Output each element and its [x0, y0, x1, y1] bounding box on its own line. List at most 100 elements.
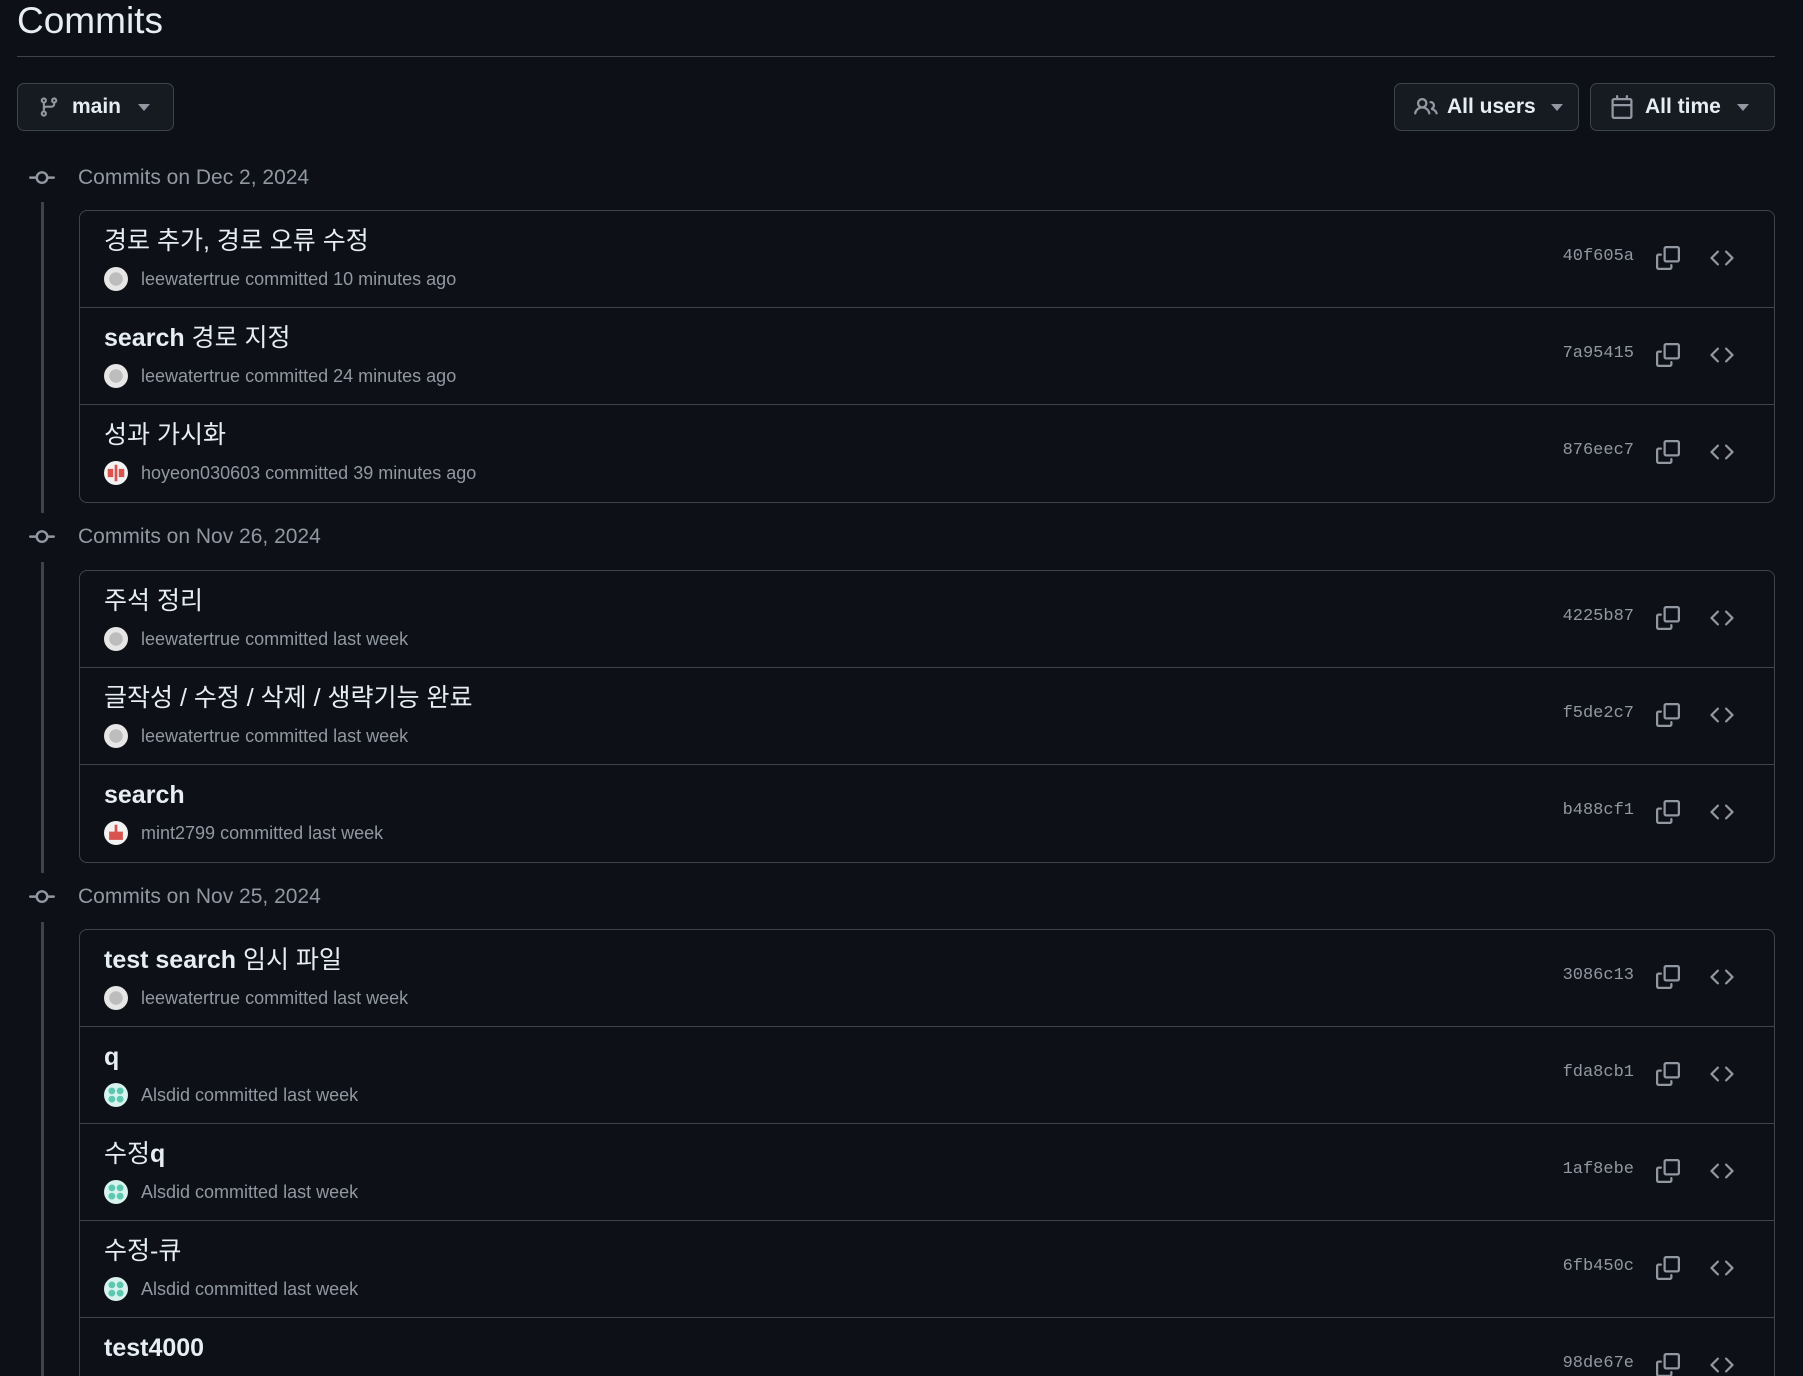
avatar[interactable] [104, 627, 128, 651]
commit-sha-link[interactable]: f5de2c7 [1563, 704, 1634, 723]
copy-icon[interactable] [1654, 1351, 1682, 1376]
commit-message-link[interactable]: test search 임시 파일 [104, 944, 342, 976]
commit-group-header: Commits on Dec 2, 2024 [28, 163, 309, 193]
code-icon[interactable] [1708, 798, 1736, 826]
commit-sha-link[interactable]: 4225b87 [1563, 607, 1634, 626]
commit-row: q Alsdid committed last week fda8cb1 [80, 1027, 1774, 1124]
code-icon[interactable] [1708, 1254, 1736, 1282]
commit-group-title: Commits on Nov 26, 2024 [78, 525, 321, 548]
commit-row: 주석 정리 leewatertrue committed last week 4… [80, 571, 1774, 668]
branch-label: main [72, 95, 122, 118]
commit-author-link[interactable]: leewatertrue [141, 627, 240, 651]
commit-row: 수정q Alsdid committed last week 1af8ebe [80, 1124, 1774, 1221]
commit-author-link[interactable]: leewatertrue [141, 364, 240, 388]
commit-time: 24 minutes ago [333, 366, 457, 386]
branch-selector-button[interactable]: main [17, 83, 174, 131]
commit-message-link[interactable]: 경로 추가, 경로 오류 수정 [104, 225, 369, 257]
commit-message-link[interactable]: q [104, 1041, 119, 1073]
commit-message-rest: 임시 파일 [236, 946, 342, 974]
commit-sha-link[interactable]: b488cf1 [1563, 801, 1634, 820]
commit-message-link[interactable]: 수정-큐 [104, 1235, 181, 1267]
commit-verb: committed [195, 1279, 279, 1299]
commit-meta: leewatertrue committed 24 minutes ago [104, 364, 456, 388]
commit-author-link[interactable]: Alsdid [141, 1083, 190, 1107]
avatar[interactable] [104, 986, 128, 1010]
commit-sha-link[interactable]: 40f605a [1563, 247, 1634, 266]
commit-meta: Alsdid committed last week [104, 1083, 358, 1107]
commit-time: last week [283, 1182, 359, 1202]
code-icon[interactable] [1708, 604, 1736, 632]
commit-sha-link[interactable]: 3086c13 [1563, 966, 1634, 985]
commit-sha-link[interactable]: fda8cb1 [1563, 1063, 1634, 1082]
copy-icon[interactable] [1654, 963, 1682, 991]
commit-author-link[interactable]: mint2799 [141, 821, 215, 845]
avatar[interactable] [104, 364, 128, 388]
avatar[interactable] [104, 1083, 128, 1107]
copy-icon[interactable] [1654, 798, 1682, 826]
commit-message-link[interactable]: 수정q [104, 1138, 165, 1170]
commit-row: 수정-큐 Alsdid committed last week 6fb450c [80, 1221, 1774, 1318]
copy-icon[interactable] [1654, 701, 1682, 729]
timeline-line [41, 922, 44, 1376]
commit-verb: committed [245, 366, 329, 386]
copy-icon[interactable] [1654, 244, 1682, 272]
commit-message-bold: q [104, 1043, 120, 1071]
avatar[interactable] [104, 267, 128, 291]
users-filter-button[interactable]: All users [1394, 83, 1579, 131]
avatar[interactable] [104, 1277, 128, 1301]
commit-author-link[interactable]: leewatertrue [141, 267, 240, 291]
copy-icon[interactable] [1654, 1254, 1682, 1282]
commit-message-link[interactable]: 성과 가시화 [104, 419, 226, 451]
copy-icon[interactable] [1654, 341, 1682, 369]
commit-meta: leewatertrue committed last week [104, 986, 408, 1010]
code-icon[interactable] [1708, 438, 1736, 466]
title-divider [17, 56, 1775, 57]
commit-author-link[interactable]: leewatertrue [141, 724, 240, 748]
calendar-icon [1608, 93, 1636, 121]
copy-icon[interactable] [1654, 604, 1682, 632]
avatar[interactable] [104, 821, 128, 845]
code-icon[interactable] [1708, 1060, 1736, 1088]
commit-verb: committed [220, 823, 304, 843]
code-icon[interactable] [1708, 963, 1736, 991]
code-icon[interactable] [1708, 1351, 1736, 1376]
copy-icon[interactable] [1654, 438, 1682, 466]
commit-meta: hoyeon030603 committed 39 minutes ago [104, 461, 476, 485]
commit-message-link[interactable]: test4000 [104, 1332, 204, 1364]
commit-sha-link[interactable]: 7a95415 [1563, 344, 1634, 363]
avatar[interactable] [104, 1180, 128, 1204]
commit-row: test search 임시 파일 leewatertrue committed… [80, 930, 1774, 1027]
commit-sha-link[interactable]: 6fb450c [1563, 1257, 1634, 1276]
commit-list: 경로 추가, 경로 오류 수정 leewatertrue committed 1… [79, 210, 1775, 503]
commit-message-link[interactable]: search [104, 779, 185, 811]
commit-row: 성과 가시화 hoyeon030603 committed 39 minutes… [80, 405, 1774, 502]
commit-meta: leewatertrue committed last week [104, 627, 408, 651]
commit-author-link[interactable]: Alsdid [141, 1180, 190, 1204]
commit-message-link[interactable]: 주석 정리 [104, 585, 203, 617]
git-branch-icon [35, 93, 63, 121]
copy-icon[interactable] [1654, 1060, 1682, 1088]
chevron-down-icon [1550, 103, 1563, 111]
code-icon[interactable] [1708, 341, 1736, 369]
code-icon[interactable] [1708, 701, 1736, 729]
commit-message-link[interactable]: search 경로 지정 [104, 322, 291, 354]
commit-message-bold: q [150, 1140, 166, 1168]
commit-message-bold: test search [104, 946, 237, 974]
commit-sha-link[interactable]: 98de67e [1563, 1354, 1634, 1373]
commit-message-link[interactable]: 글작성 / 수정 / 삭제 / 생략기능 완료 [104, 682, 472, 714]
commit-author-link[interactable]: hoyeon030603 [141, 461, 260, 485]
commit-meta: leewatertrue committed last week [104, 724, 408, 748]
avatar[interactable] [104, 724, 128, 748]
commit-meta: mint2799 committed last week [104, 821, 383, 845]
commit-sha-link[interactable]: 876eec7 [1563, 441, 1634, 460]
commit-sha-link[interactable]: 1af8ebe [1563, 1160, 1634, 1179]
commit-verb: committed [245, 726, 329, 746]
copy-icon[interactable] [1654, 1157, 1682, 1185]
code-icon[interactable] [1708, 244, 1736, 272]
code-icon[interactable] [1708, 1157, 1736, 1185]
commit-author-link[interactable]: Alsdid [141, 1277, 190, 1301]
commit-author-link[interactable]: leewatertrue [141, 986, 240, 1010]
avatar[interactable] [104, 461, 128, 485]
users-label: All users [1447, 95, 1536, 118]
time-filter-button[interactable]: All time [1590, 83, 1775, 131]
